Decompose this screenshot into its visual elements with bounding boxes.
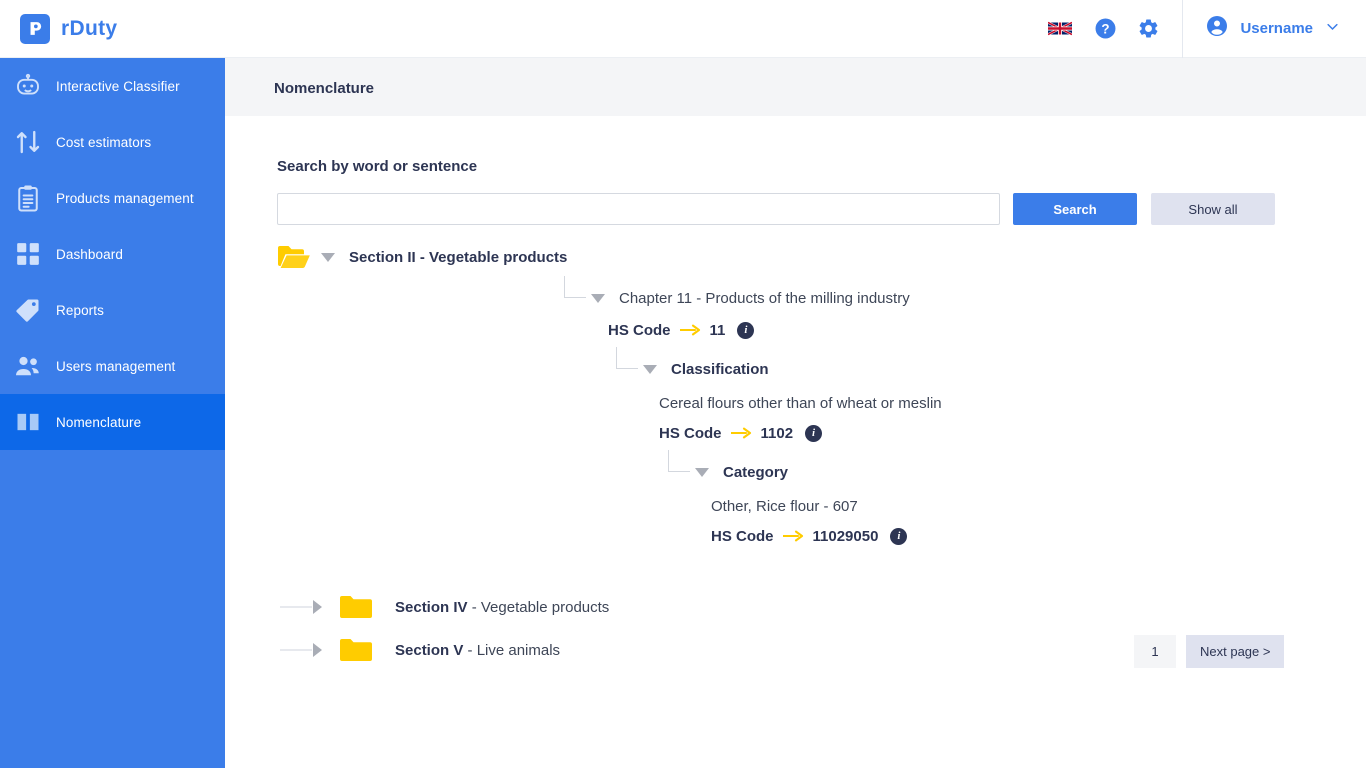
info-icon[interactable]: i (890, 528, 907, 545)
search-button[interactable]: Search (1013, 193, 1137, 225)
triangle-down-icon[interactable] (695, 468, 709, 477)
rduty-logo-icon (20, 14, 50, 44)
sidebar-nav: Interactive Classifier Cost estimators P… (0, 58, 225, 768)
account-circle-icon (1205, 14, 1229, 43)
category-heading: Category (723, 464, 788, 481)
yellow-arrow-right-icon (783, 530, 804, 542)
tree-row-section-iv[interactable]: Section IV - Vegetable products (225, 590, 1366, 624)
page-number-1[interactable]: 1 (1134, 635, 1176, 668)
tree-connector (659, 455, 695, 489)
sidebar-item-label: Cost estimators (56, 135, 151, 150)
triangle-right-icon[interactable] (313, 600, 322, 614)
brand-name: rDuty (61, 17, 117, 41)
app-header: rDuty ? Use (0, 0, 1366, 58)
hs-code-value: 11 (710, 322, 726, 339)
next-page-button[interactable]: Next page > (1186, 635, 1284, 668)
tree-connector (277, 633, 313, 667)
uk-flag-icon[interactable] (1048, 20, 1072, 37)
users-icon (0, 351, 56, 381)
info-icon[interactable]: i (805, 425, 822, 442)
search-label: Search by word or sentence (277, 158, 477, 175)
sidebar-item-reports[interactable]: Reports (0, 282, 225, 338)
triangle-down-icon[interactable] (643, 365, 657, 374)
nomenclature-tree: Section II - Vegetable products Chapter … (225, 240, 1366, 667)
hs-code-row-category: HS Code 11029050 i (225, 521, 1366, 551)
section-title-bold: Section IV (395, 599, 468, 616)
tree-row-classification[interactable]: Classification (225, 352, 1366, 386)
clipboard-icon (0, 183, 56, 213)
folder-closed-icon[interactable] (339, 637, 373, 663)
sidebar-item-label: Reports (56, 303, 104, 318)
svg-text:?: ? (1102, 21, 1110, 36)
section-title-rest: - Live animals (463, 642, 560, 659)
sidebar-item-users-management[interactable]: Users management (0, 338, 225, 394)
classification-heading: Classification (671, 361, 769, 378)
book-icon (0, 408, 56, 436)
yellow-arrow-right-icon (731, 427, 752, 439)
info-icon[interactable]: i (737, 322, 754, 339)
section-title: Section IV - Vegetable products (395, 599, 609, 616)
main-content: Search by word or sentence Search Show a… (225, 116, 1366, 768)
tag-icon (0, 296, 56, 324)
sidebar-item-nomenclature[interactable]: Nomenclature (0, 394, 225, 450)
hs-code-label: HS Code (608, 322, 671, 339)
tab-bar: Nomenclature (225, 58, 1366, 116)
grid-squares-icon (0, 241, 56, 267)
hs-code-value: 11029050 (813, 528, 879, 545)
tree-row-chapter[interactable]: Chapter 11 - Products of the milling ind… (225, 281, 1366, 315)
username-label: Username (1240, 20, 1313, 37)
sidebar-item-label: Nomenclature (56, 415, 141, 430)
folder-open-icon[interactable] (277, 244, 311, 270)
help-circle-icon[interactable]: ? (1094, 17, 1117, 40)
category-description: Other, Rice flour - 607 (711, 498, 858, 515)
hs-code-row-chapter: HS Code 11 i (225, 315, 1366, 345)
yellow-arrow-right-icon (680, 324, 701, 336)
sidebar-item-label: Users management (56, 359, 175, 374)
user-menu[interactable]: Username (1205, 14, 1340, 43)
tab-nomenclature[interactable]: Nomenclature (274, 80, 374, 118)
tree-connector (277, 590, 313, 624)
chevron-down-icon[interactable] (1325, 19, 1340, 39)
sidebar-item-cost-estimators[interactable]: Cost estimators (0, 114, 225, 170)
sidebar-item-label: Dashboard (56, 247, 123, 262)
hs-code-label: HS Code (711, 528, 774, 545)
sidebar-item-label: Products management (56, 191, 194, 206)
section-title-rest: - Vegetable products (468, 599, 610, 616)
tree-connector (607, 352, 643, 386)
sidebar-item-dashboard[interactable]: Dashboard (0, 226, 225, 282)
show-all-button[interactable]: Show all (1151, 193, 1275, 225)
pagination: 1 Next page > (1134, 635, 1284, 668)
triangle-down-icon[interactable] (321, 253, 335, 262)
tree-row-section-ii[interactable]: Section II - Vegetable products (225, 240, 1366, 274)
sidebar-item-interactive-classifier[interactable]: Interactive Classifier (0, 58, 225, 114)
triangle-right-icon[interactable] (313, 643, 322, 657)
folder-closed-icon[interactable] (339, 594, 373, 620)
tree-row-category[interactable]: Category (225, 455, 1366, 489)
hs-code-label: HS Code (659, 425, 722, 442)
tree-connector (555, 281, 591, 315)
header-divider (1182, 0, 1183, 58)
exchange-arrows-icon (0, 127, 56, 157)
robot-icon (0, 71, 56, 101)
hs-code-row-classification: HS Code 1102 i (225, 418, 1366, 448)
chapter-title: Chapter 11 - Products of the milling ind… (619, 290, 910, 307)
gear-icon[interactable] (1137, 17, 1160, 40)
sidebar-item-label: Interactive Classifier (56, 79, 180, 94)
triangle-down-icon[interactable] (591, 294, 605, 303)
hs-code-value: 1102 (761, 425, 794, 442)
section-title-bold: Section V (395, 642, 463, 659)
category-description-row: Other, Rice flour - 607 (225, 491, 1366, 521)
classification-description: Cereal flours other than of wheat or mes… (659, 395, 942, 412)
search-input[interactable] (277, 193, 1000, 225)
brand-logo[interactable]: rDuty (20, 14, 117, 44)
classification-description-row: Cereal flours other than of wheat or mes… (225, 388, 1366, 418)
section-title: Section II - Vegetable products (349, 249, 567, 266)
section-title: Section V - Live animals (395, 642, 560, 659)
sidebar-item-products-management[interactable]: Products management (0, 170, 225, 226)
header-actions: ? Username (1048, 0, 1366, 57)
